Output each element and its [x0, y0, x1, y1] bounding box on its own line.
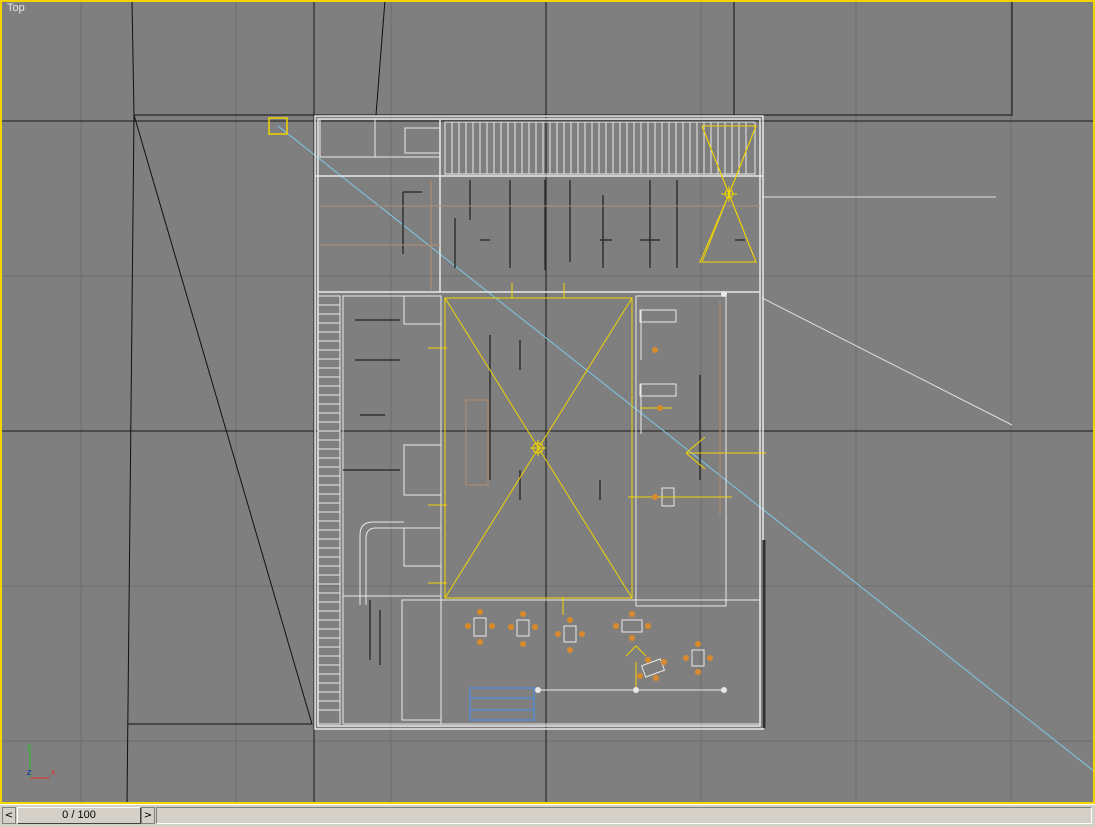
- axis-y-label: y: [27, 741, 32, 751]
- camera-target-line: [277, 125, 1093, 772]
- furniture: [465, 347, 713, 681]
- time-slider-track[interactable]: [156, 807, 1092, 824]
- axis-z-label: z: [27, 767, 32, 777]
- viewport-label[interactable]: Top: [7, 2, 25, 14]
- axis-tripod: [29, 750, 50, 779]
- target-spot-lights: [428, 125, 766, 690]
- glass-panel: [469, 687, 535, 721]
- time-slider-bar: < 0 / 100 >: [0, 804, 1095, 827]
- camera-lines: [761, 196, 1013, 426]
- grid-major: [2, 2, 1093, 802]
- axis-x-label: x: [51, 767, 56, 777]
- top-viewport[interactable]: y z x Top: [0, 0, 1095, 804]
- time-slider-prev-button[interactable]: <: [2, 807, 16, 824]
- time-slider-next-button[interactable]: >: [141, 807, 155, 824]
- scene-canvas[interactable]: y z x: [0, 0, 1095, 804]
- time-slider-thumb[interactable]: 0 / 100: [17, 807, 141, 824]
